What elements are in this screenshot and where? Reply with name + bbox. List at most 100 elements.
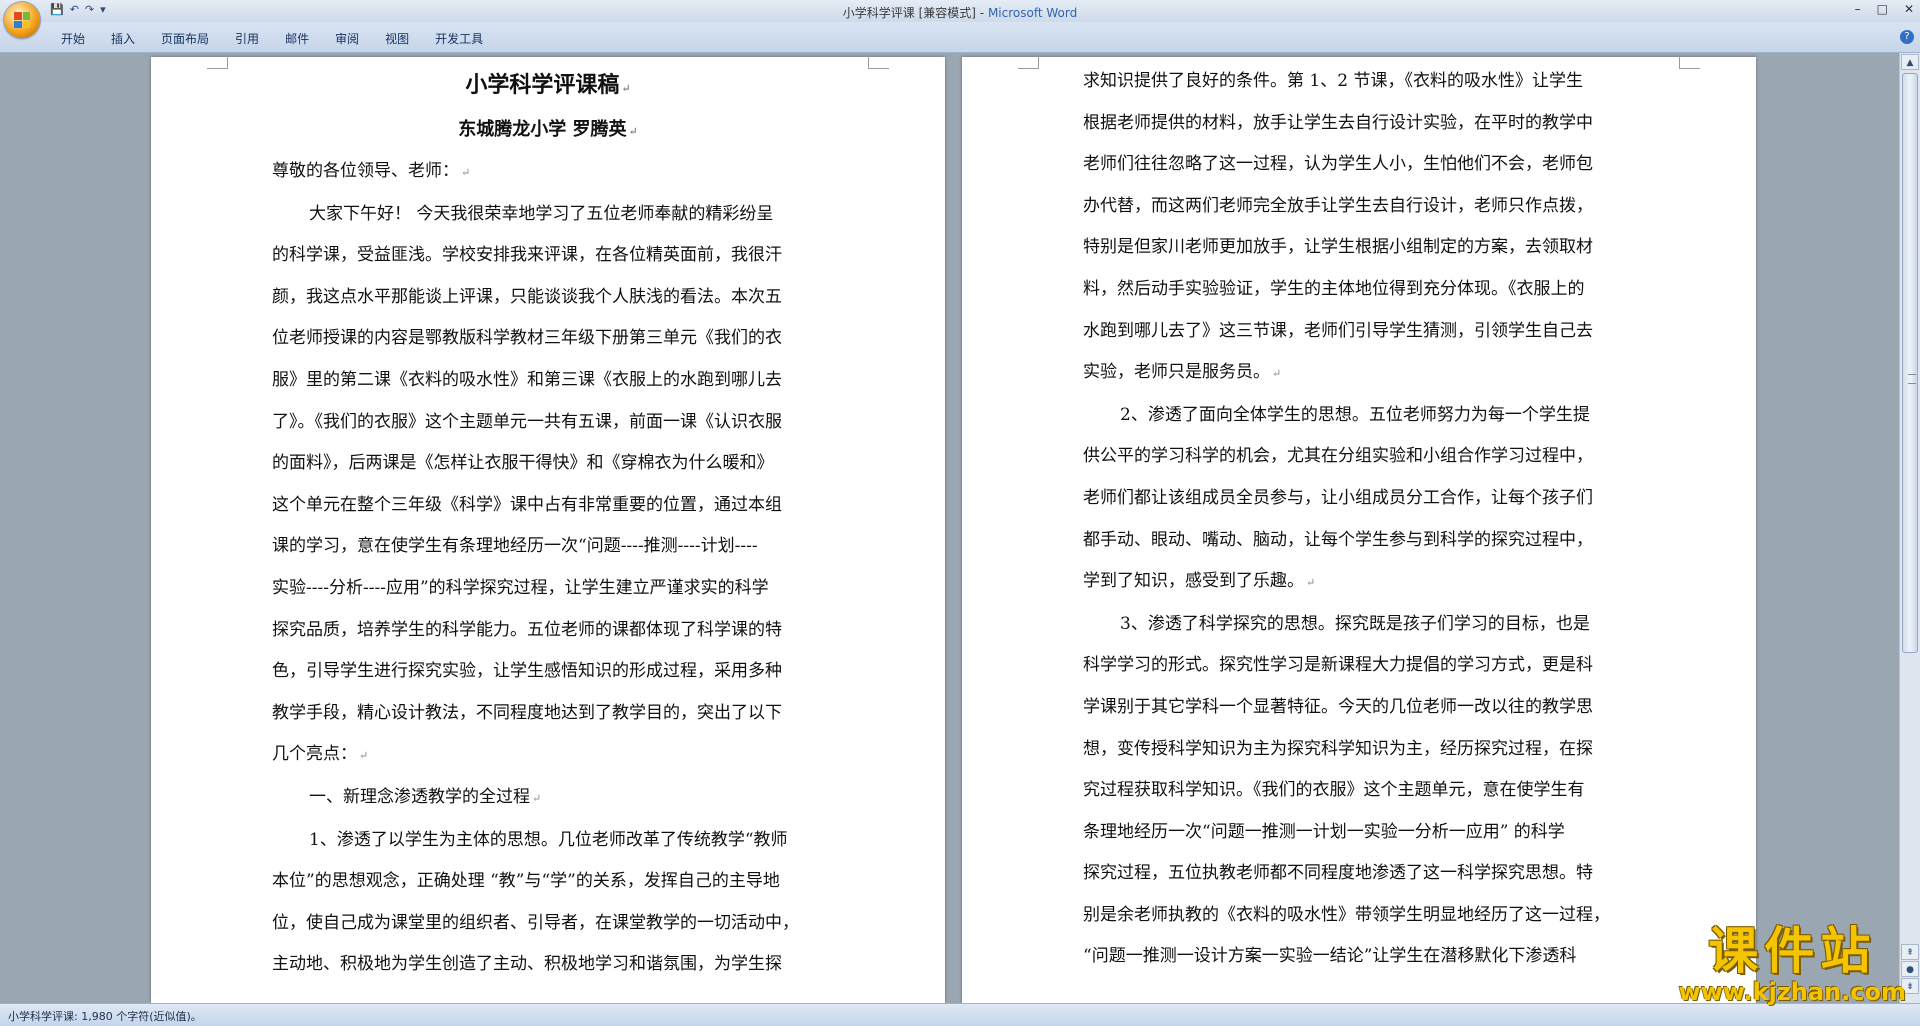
text-line: 探究过程，五位执教老师都不同程度地渗透了这一科学探究思想。特 (1083, 853, 1635, 895)
line-text: 一、新理念渗透教学的全过程 (309, 786, 530, 807)
text-line: 本位”的思想观念，正确处理 “教”与“学”的关系，发挥自己的主导地 (272, 861, 824, 903)
text-line: 供公平的学习科学的机会，尤其在分组实验和小组合作学习过程中， (1083, 436, 1635, 478)
minimize-icon[interactable]: – (1855, 2, 1861, 16)
text-line: 位，使自己成为课堂里的组织者、引导者，在课堂教学的一切活动中， (272, 903, 824, 945)
line-text: 探究品质，培养学生的科学能力。五位老师的课都体现了科学课的特 (272, 619, 782, 640)
line-text: 1、渗透了以学生为主体的思想。几位老师改革了传统教学“教师 (309, 829, 788, 850)
text-line: 求知识提供了良好的条件。第 1、2 节课，《衣料的吸水性》让学生 (1083, 61, 1635, 103)
text-line: 水跑到哪儿去了》这三节课，老师们引导学生猜测，引领学生自己去 (1083, 311, 1635, 353)
page-1-text[interactable]: 小学科学评课稿 ↵ 东城腾龙小学 罗腾英 ↵ 尊敬的各位领导、老师： ↵ 大家下午好！ … (272, 63, 824, 986)
line-text: 色，引导学生进行探究实验，让学生感悟知识的形成过程，采用多种 (272, 661, 782, 682)
ribbon-tab[interactable]: 插入 (100, 30, 150, 47)
document-subtitle: 东城腾龙小学 罗腾英 (458, 119, 627, 140)
text-line: 学到了知识，感受到了乐趣。 ↵ (1083, 561, 1635, 604)
line-text: 根据老师提供的材料，放手让学生去自行设计实验，在平时的教学中 (1083, 112, 1593, 133)
line-text: 这个单元在整个三年级《科学》课中占有非常重要的位置，通过本组 (272, 494, 782, 515)
text-line: 特别是但家川老师更加放手，让学生根据小组制定的方案，去领取材 (1083, 227, 1635, 269)
text-line: 都手动、眼动、嘴动、脑动，让每个学生参与到科学的探究过程中， (1083, 520, 1635, 562)
text-line: 探究品质，培养学生的科学能力。五位老师的课都体现了科学课的特 (272, 610, 824, 652)
ribbon-tab[interactable]: 视图 (374, 30, 424, 47)
line-text: 大家下午好！ 今天我很荣幸地学习了五位老师奉献的精彩纷呈 (309, 203, 774, 224)
line-text: 教学手段，精心设计教法，不同程度地达到了教学目的，突出了以下 (272, 702, 782, 723)
text-line: 实验----分析----应用”的科学探究过程，让学生建立严谨求实的科学 (272, 568, 824, 610)
text-line: 别是余老师执教的《衣料的吸水性》带领学生明显地经历了这一过程， (1083, 895, 1635, 937)
maximize-icon[interactable]: □ (1877, 2, 1888, 16)
line-text: 都手动、眼动、嘴动、脑动，让每个学生参与到科学的探究过程中， (1083, 529, 1593, 550)
line-text: 位老师授课的内容是鄂教版科学教材三年级下册第三单元《我们的衣 (272, 328, 782, 349)
word-count-status[interactable]: 小学科学评课: 1,980 个字符(近似值)。 (8, 1008, 202, 1024)
text-line: 位老师授课的内容是鄂教版科学教材三年级下册第三单元《我们的衣 (272, 318, 824, 360)
text-line: 教学手段，精心设计教法，不同程度地达到了教学目的，突出了以下 (272, 693, 824, 735)
line-text: 老师们往往忽略了这一过程，认为学生人小，生怕他们不会，老师包 (1083, 154, 1593, 175)
line-text: 探究过程，五位执教老师都不同程度地渗透了这一科学探究思想。特 (1083, 863, 1593, 884)
line-text: 料，然后动手实验验证，学生的主体地位得到充分体现。《衣服上的 (1083, 278, 1585, 299)
margin-corner-mark (868, 55, 889, 69)
line-text: 本位”的思想观念，正确处理 “教”与“学”的关系，发挥自己的主导地 (272, 871, 780, 892)
paragraph-mark-icon: ↵ (1272, 367, 1282, 381)
watermark-url: www.kjzhan.com (1678, 978, 1906, 1006)
page-2: 求知识提供了良好的条件。第 1、2 节课，《衣料的吸水性》让学生根据老师提供的材… (962, 55, 1756, 1003)
line-text: 的面料》，后两课是《怎样让衣服干得快》和《穿棉衣为什么暖和》 (272, 453, 774, 474)
compat-mode: [兼容模式] (918, 6, 976, 20)
scroll-thumb[interactable] (1902, 73, 1918, 653)
page-2-text[interactable]: 求知识提供了良好的条件。第 1、2 节课，《衣料的吸水性》让学生根据老师提供的材… (1083, 61, 1635, 978)
text-line: 办代替，而这两们老师完全放手让学生去自行设计，老师只作点拨， (1083, 186, 1635, 228)
line-text: 学到了知识，感受到了乐趣。 (1083, 571, 1304, 592)
line-text: 课的学习，意在使学生有条理地经历一次“问题----推测----计划---- (272, 536, 758, 557)
text-line: “问题一推测一设计方案一实验一结论”让学生在潜移默化下渗透科 (1083, 936, 1635, 978)
paragraph-mark-icon: ↵ (532, 791, 542, 805)
office-logo-icon (14, 12, 30, 28)
line-text: 究过程获取科学知识。《我们的衣服》这个主题单元，意在使学生有 (1083, 780, 1585, 801)
ribbon-tab[interactable]: 审阅 (324, 30, 374, 47)
ribbon-tabs: 开始 插入 页面布局 引用 邮件 审阅 视图 开发工具 (50, 30, 498, 47)
line-text: 供公平的学习科学的机会，尤其在分组实验和小组合作学习过程中， (1083, 446, 1593, 467)
title-bar: 💾 ↶ ↷ ▾ 小学科学评课 [兼容模式] - Microsoft Word –… (0, 0, 1920, 38)
text-line: 2、渗透了面向全体学生的思想。五位老师努力为每一个学生提 (1083, 395, 1635, 437)
line-text: 老师们都让该组成员全员参与，让小组成员分工合作，让每个孩子们 (1083, 487, 1593, 508)
page-1-paragraphs: 尊敬的各位领导、老师： ↵ 大家下午好！ 今天我很荣幸地学习了五位老师奉献的精彩纷呈… (272, 151, 824, 986)
ribbon-tab[interactable]: 开发工具 (424, 30, 498, 47)
ribbon-tab[interactable]: 页面布局 (150, 30, 224, 47)
text-line: 科学学习的形式。探究性学习是新课程大力提倡的学习方式，更是科 (1083, 645, 1635, 687)
line-text: 办代替，而这两们老师完全放手让学生去自行设计，老师只作点拨， (1083, 195, 1593, 216)
ribbon-tab[interactable]: 开始 (50, 30, 100, 47)
paragraph-mark-icon: ↵ (359, 749, 369, 763)
line-text: 尊敬的各位领导、老师： (272, 161, 459, 181)
office-button[interactable] (4, 2, 40, 38)
text-line: 老师们往往忽略了这一过程，认为学生人小，生怕他们不会，老师包 (1083, 144, 1635, 186)
text-line: 实验，老师只是服务员。 ↵ (1083, 352, 1635, 395)
page-2-paragraphs: 求知识提供了良好的条件。第 1、2 节课，《衣料的吸水性》让学生根据老师提供的材… (1083, 61, 1635, 978)
text-line: 了》。《我们的衣服》这个主题单元一共有五课，前面一课《认识衣服 (272, 402, 824, 444)
app-name: Microsoft Word (987, 6, 1078, 20)
document-name: 小学科学评课 (842, 6, 915, 20)
window-title: 小学科学评课 [兼容模式] - Microsoft Word (0, 4, 1920, 21)
window-controls: – □ ✕ (1855, 2, 1914, 16)
text-line: 色，引导学生进行探究实验，让学生感悟知识的形成过程，采用多种 (272, 651, 824, 693)
help-icon[interactable]: ? (1900, 30, 1914, 44)
text-line: 一、新理念渗透教学的全过程 ↵ (272, 777, 824, 820)
text-line: 课的学习，意在使学生有条理地经历一次“问题----推测----计划---- (272, 526, 824, 568)
ribbon-tab[interactable]: 邮件 (274, 30, 324, 47)
thumb-grip-icon (1908, 374, 1916, 384)
line-text: 水跑到哪儿去了》这三节课，老师们引导学生猜测，引领学生自己去 (1083, 320, 1593, 341)
line-text: 了》。《我们的衣服》这个主题单元一共有五课，前面一课《认识衣服 (272, 411, 782, 432)
line-text: 实验，老师只是服务员。 (1083, 362, 1270, 383)
line-text: 想，变传授科学知识为主为探究科学知识为主，经历探究过程，在探 (1083, 738, 1593, 759)
text-line: 想，变传授科学知识为主为探究科学知识为主，经历探究过程，在探 (1083, 729, 1635, 771)
scroll-up-icon[interactable]: ▲ (1901, 54, 1919, 70)
margin-corner-mark (1018, 55, 1039, 69)
document-area: 小学科学评课稿 ↵ 东城腾龙小学 罗腾英 ↵ 尊敬的各位领导、老师： ↵ 大家下午好！ … (0, 53, 1900, 1003)
vertical-scrollbar[interactable]: ▲ ⇞ ● ⇟ (1899, 53, 1920, 1003)
close-icon[interactable]: ✕ (1904, 2, 1914, 16)
watermark-logo: 课件站 www.kjzhan.com (1679, 923, 1906, 1005)
watermark-main: 课件站 (1708, 922, 1877, 980)
paragraph-mark-icon: ↵ (1306, 576, 1316, 590)
line-text: 2、渗透了面向全体学生的思想。五位老师努力为每一个学生提 (1120, 404, 1590, 425)
line-text: 主动地、积极地为学生创造了主动、积极地学习和谐氛围，为学生探 (272, 954, 782, 975)
line-text: 实验----分析----应用”的科学探究过程，让学生建立严谨求实的科学 (272, 577, 769, 598)
text-line: 学课别于其它学科一个显著特征。今天的几位老师一改以往的教学思 (1083, 687, 1635, 729)
ribbon-tab[interactable]: 引用 (224, 30, 274, 47)
margin-corner-mark (1679, 55, 1700, 69)
title-separator: - (975, 6, 988, 20)
ribbon: 开始 插入 页面布局 引用 邮件 审阅 视图 开发工具 ? (0, 22, 1920, 53)
